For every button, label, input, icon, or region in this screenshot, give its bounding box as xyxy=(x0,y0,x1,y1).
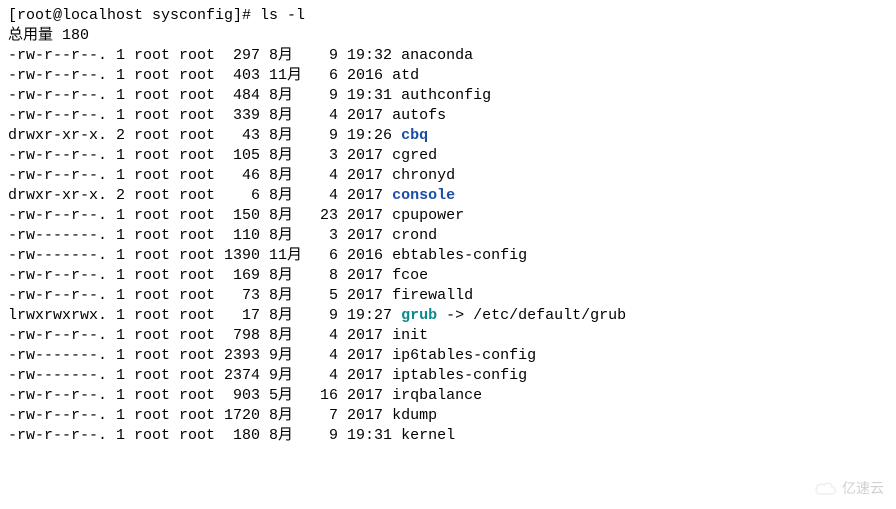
file-entry: -rw-r--r--. 1 root root 150 8月 23 2017 c… xyxy=(8,206,888,226)
file-entry: -rw-r--r--. 1 root root 297 8月 9 19:32 a… xyxy=(8,46,888,66)
file-entry: -rw-------. 1 root root 110 8月 3 2017 cr… xyxy=(8,226,888,246)
file-name: cpupower xyxy=(392,207,464,224)
file-entry: -rw-------. 1 root root 2374 9月 4 2017 i… xyxy=(8,366,888,386)
file-entry: -rw-r--r--. 1 root root 73 8月 5 2017 fir… xyxy=(8,286,888,306)
file-entry: -rw-r--r--. 1 root root 339 8月 4 2017 au… xyxy=(8,106,888,126)
file-name: anaconda xyxy=(401,47,473,64)
file-entry: -rw-r--r--. 1 root root 169 8月 8 2017 fc… xyxy=(8,266,888,286)
file-name: grub xyxy=(401,307,437,324)
file-name: cgred xyxy=(392,147,437,164)
file-entry: -rw-------. 1 root root 1390 11月 6 2016 … xyxy=(8,246,888,266)
file-name: kdump xyxy=(392,407,437,424)
file-entry: lrwxrwxrwx. 1 root root 17 8月 9 19:27 gr… xyxy=(8,306,888,326)
file-entry: -rw-r--r--. 1 root root 180 8月 9 19:31 k… xyxy=(8,426,888,446)
file-name: ebtables-config xyxy=(392,247,527,264)
file-entry: -rw-r--r--. 1 root root 903 5月 16 2017 i… xyxy=(8,386,888,406)
file-name: fcoe xyxy=(392,267,428,284)
file-name: kernel xyxy=(401,427,455,444)
file-name: autofs xyxy=(392,107,446,124)
file-entry: -rw-r--r--. 1 root root 105 8月 3 2017 cg… xyxy=(8,146,888,166)
file-entry: -rw-r--r--. 1 root root 798 8月 4 2017 in… xyxy=(8,326,888,346)
symlink-target: -> /etc/default/grub xyxy=(437,307,626,324)
file-entry: -rw-r--r--. 1 root root 403 11月 6 2016 a… xyxy=(8,66,888,86)
file-name: atd xyxy=(392,67,419,84)
file-name: init xyxy=(392,327,428,344)
file-name: firewalld xyxy=(392,287,473,304)
file-name: iptables-config xyxy=(392,367,527,384)
file-entry: drwxr-xr-x. 2 root root 6 8月 4 2017 cons… xyxy=(8,186,888,206)
watermark: 亿速云 xyxy=(814,478,884,498)
file-name: console xyxy=(392,187,455,204)
total-line: 总用量 180 xyxy=(8,26,888,46)
file-name: irqbalance xyxy=(392,387,482,404)
file-entry: -rw-------. 1 root root 2393 9月 4 2017 i… xyxy=(8,346,888,366)
cloud-icon xyxy=(814,480,838,496)
file-entry: -rw-r--r--. 1 root root 484 8月 9 19:31 a… xyxy=(8,86,888,106)
file-name: authconfig xyxy=(401,87,491,104)
file-name: cbq xyxy=(401,127,428,144)
file-entry: -rw-r--r--. 1 root root 46 8月 4 2017 chr… xyxy=(8,166,888,186)
file-name: crond xyxy=(392,227,437,244)
file-listing: -rw-r--r--. 1 root root 297 8月 9 19:32 a… xyxy=(8,46,888,446)
file-name: ip6tables-config xyxy=(392,347,536,364)
file-name: chronyd xyxy=(392,167,455,184)
file-entry: drwxr-xr-x. 2 root root 43 8月 9 19:26 cb… xyxy=(8,126,888,146)
watermark-text: 亿速云 xyxy=(842,478,884,498)
file-entry: -rw-r--r--. 1 root root 1720 8月 7 2017 k… xyxy=(8,406,888,426)
shell-prompt-line: [root@localhost sysconfig]# ls -l xyxy=(8,6,888,26)
